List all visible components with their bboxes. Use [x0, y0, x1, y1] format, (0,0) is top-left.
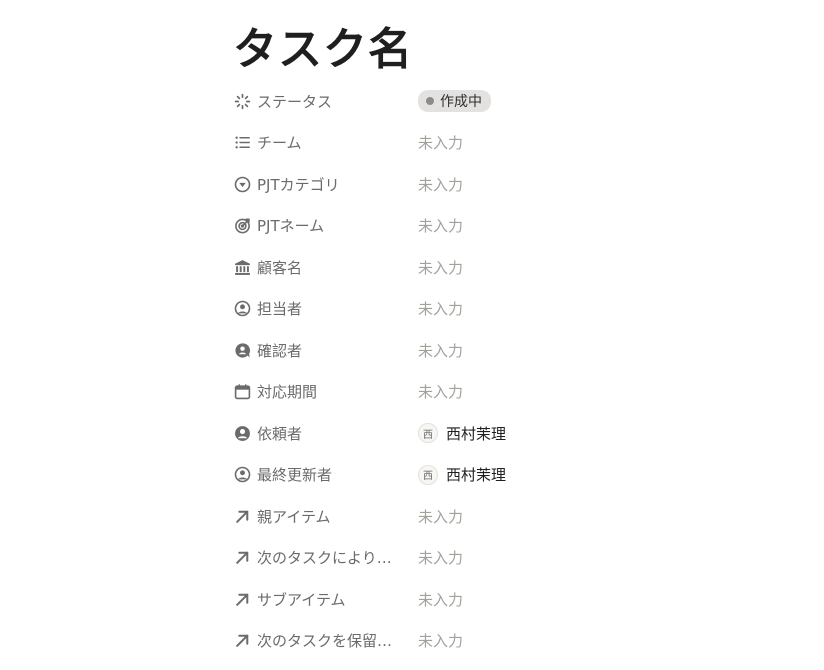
property-label: ステータス [257, 92, 333, 111]
property-value-empty[interactable]: 未入力 [418, 381, 463, 402]
property-label: サブアイテム [257, 590, 346, 609]
property-label: 次のタスクにより… [257, 549, 392, 567]
status-badge[interactable]: 作成中 [418, 90, 491, 112]
bank-icon [233, 258, 251, 276]
property-value-empty[interactable]: 未入力 [418, 589, 463, 610]
property-value-empty[interactable]: 未入力 [418, 215, 463, 236]
empty-placeholder: 未入力 [418, 134, 464, 152]
empty-placeholder: 未入力 [418, 175, 464, 194]
property-label: 顧客名 [257, 258, 303, 277]
arrow-up-right-icon [233, 549, 251, 567]
status-dot-icon [426, 97, 434, 105]
property-row: ステータス 作成中 [233, 83, 773, 119]
list-icon [233, 134, 251, 152]
property-value-person[interactable]: 西西村茉理 [418, 423, 506, 444]
empty-placeholder: 未入力 [418, 383, 464, 401]
person-name: 西村茉理 [446, 424, 507, 443]
arrow-up-right-icon [233, 590, 251, 608]
property-label: PJTカテゴリ [257, 175, 340, 194]
property-name[interactable]: 次のタスクにより… [233, 547, 418, 568]
target-icon [233, 217, 251, 235]
empty-placeholder: 未入力 [418, 258, 464, 277]
property-value-person[interactable]: 西西村茉理 [418, 464, 506, 485]
property-name[interactable]: 最終更新者 [233, 464, 418, 485]
select-circle-icon [233, 175, 251, 193]
property-name[interactable]: サブアイテム [233, 589, 418, 610]
arrow-up-right-icon [233, 632, 251, 650]
property-row: 次のタスクにより… 未入力 [233, 540, 773, 576]
person-name: 西村茉理 [446, 466, 507, 484]
empty-placeholder: 未入力 [418, 300, 464, 318]
property-row: PJTネーム 未入力 [233, 208, 773, 244]
property-label: PJTネーム [257, 217, 325, 235]
property-row: チーム 未入力 [233, 125, 773, 161]
property-row: 確認者 未入力 [233, 332, 773, 368]
page-title[interactable]: タスク名 [233, 22, 413, 78]
property-name[interactable]: 確認者 [233, 340, 418, 361]
property-row: 次のタスクを保留… 未入力 [233, 623, 773, 659]
property-row: 担当者 未入力 [233, 291, 773, 327]
person-bubble-icon [233, 341, 251, 359]
property-row: 顧客名 未入力 [233, 249, 773, 285]
avatar: 西 [418, 423, 438, 443]
property-name[interactable]: ステータス [233, 91, 418, 112]
status-spinner-icon [233, 92, 251, 110]
status-label: 作成中 [440, 94, 482, 110]
property-name[interactable]: PJTネーム [233, 215, 418, 236]
property-label: 依頼者 [257, 424, 303, 443]
property-row: 最終更新者 西西村茉理 [233, 457, 773, 493]
property-name[interactable]: チーム [233, 132, 418, 153]
property-label: 担当者 [257, 300, 303, 318]
avatar: 西 [418, 464, 438, 485]
property-value-empty[interactable]: 未入力 [418, 174, 463, 195]
property-label: チーム [257, 134, 302, 152]
empty-placeholder: 未入力 [418, 632, 464, 650]
property-value-empty[interactable]: 未入力 [418, 547, 463, 568]
property-row: 対応期間 未入力 [233, 374, 773, 410]
property-row: サブアイテム 未入力 [233, 581, 773, 617]
property-name[interactable]: 依頼者 [233, 423, 418, 444]
property-label: 次のタスクを保留… [257, 632, 393, 650]
property-name[interactable]: 顧客名 [233, 257, 418, 278]
property-value-empty[interactable]: 未入力 [418, 298, 463, 319]
empty-placeholder: 未入力 [418, 549, 464, 567]
property-label: 確認者 [257, 341, 303, 360]
empty-placeholder: 未入力 [418, 590, 464, 609]
empty-placeholder: 未入力 [418, 341, 464, 360]
property-label: 対応期間 [257, 383, 318, 401]
property-label: 親アイテム [257, 507, 331, 526]
property-row: PJTカテゴリ 未入力 [233, 166, 773, 202]
property-name[interactable]: 担当者 [233, 298, 418, 319]
empty-placeholder: 未入力 [418, 507, 464, 526]
property-name[interactable]: 親アイテム [233, 506, 418, 527]
property-label: 最終更新者 [257, 466, 333, 484]
arrow-up-right-icon [233, 507, 251, 525]
property-name[interactable]: 次のタスクを保留… [233, 630, 418, 651]
property-value-empty[interactable]: 未入力 [418, 506, 463, 527]
person-circle-icon [233, 466, 251, 484]
property-value-empty[interactable]: 未入力 [418, 257, 463, 278]
property-row: 親アイテム 未入力 [233, 498, 773, 534]
property-row: 依頼者 西西村茉理 [233, 415, 773, 451]
property-value-empty[interactable]: 未入力 [418, 132, 463, 153]
person-filled-icon [233, 424, 251, 442]
property-value-status[interactable]: 作成中 [418, 90, 491, 112]
property-name[interactable]: PJTカテゴリ [233, 174, 418, 195]
calendar-icon [233, 383, 251, 401]
property-value-empty[interactable]: 未入力 [418, 340, 463, 361]
property-value-empty[interactable]: 未入力 [418, 630, 463, 651]
empty-placeholder: 未入力 [418, 217, 464, 235]
person-circle-icon [233, 300, 251, 318]
property-name[interactable]: 対応期間 [233, 381, 418, 402]
